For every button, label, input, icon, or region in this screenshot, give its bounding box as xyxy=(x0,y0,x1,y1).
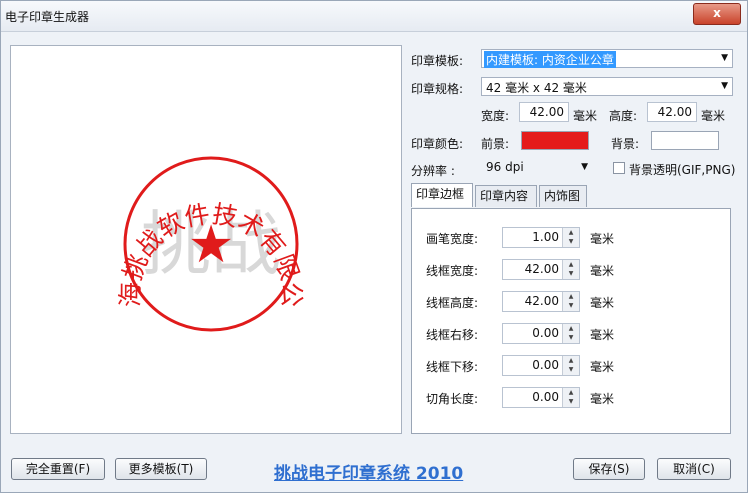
chevron-down-icon: ▼ xyxy=(721,81,728,91)
close-button[interactable]: x xyxy=(693,3,741,25)
spinner-arrows-icon[interactable]: ▲ ▼ xyxy=(562,324,579,343)
border-settings-panel: 画笔宽度: 1.00 ▲ ▼ 毫米 线框宽度: 42.00 ▲ ▼ 毫米 线框高度: 42.00 ▲ ▼ 毫… xyxy=(411,208,731,434)
field-value: 42.00 xyxy=(524,262,559,276)
field-unit: 毫米 xyxy=(590,392,615,406)
field-label: 线框右移: xyxy=(426,328,479,342)
spinner-arrows-icon[interactable]: ▲ ▼ xyxy=(562,228,579,247)
background-color-swatch[interactable] xyxy=(651,131,719,150)
field-value: 1.00 xyxy=(532,230,559,244)
stamp-svg: 挑战 上海挑战软件技术有限公司 ★ xyxy=(0,23,306,332)
reset-button[interactable]: 完全重置(F) xyxy=(11,458,105,480)
more-templates-button[interactable]: 更多模板(T) xyxy=(115,458,207,480)
spec-label: 印章规格: xyxy=(411,82,464,96)
spinner-arrows-icon[interactable]: ▲ ▼ xyxy=(562,356,579,375)
spinner-arrows-icon[interactable]: ▲ ▼ xyxy=(562,388,579,407)
width-unit: 毫米 xyxy=(573,109,598,123)
field-label: 线框高度: xyxy=(426,296,479,310)
width-input[interactable]: 42.00 xyxy=(519,102,569,122)
height-unit: 毫米 xyxy=(701,109,726,123)
field-unit: 毫米 xyxy=(590,328,615,342)
stamp-star-icon: ★ xyxy=(188,215,235,275)
template-select[interactable]: 内建模板: 内资企业公章 ▼ xyxy=(481,49,733,68)
stamp-generator-window: 电子印章生成器 x 挑战 上海挑战软件技术有限公司 ★ 印章模板: 内建模板: … xyxy=(0,0,748,493)
field-value: 0.00 xyxy=(532,390,559,404)
width-label: 宽度: xyxy=(481,109,510,123)
transparent-checkbox[interactable] xyxy=(613,162,625,174)
save-button[interactable]: 保存(S) xyxy=(573,458,645,480)
field-unit: 毫米 xyxy=(590,232,615,246)
field-label: 线框下移: xyxy=(426,360,479,374)
field-unit: 毫米 xyxy=(590,296,615,310)
dpi-label: 分辨率 : xyxy=(411,164,455,178)
field-spinner[interactable]: 0.00 ▲ ▼ xyxy=(502,387,580,408)
title-bar: 电子印章生成器 x xyxy=(1,1,747,32)
spinner-arrows-icon[interactable]: ▲ ▼ xyxy=(562,260,579,279)
foreground-color-swatch[interactable] xyxy=(521,131,589,150)
chevron-down-icon: ▼ xyxy=(581,162,588,172)
color-label: 印章颜色: xyxy=(411,137,464,151)
field-spinner[interactable]: 42.00 ▲ ▼ xyxy=(502,259,580,280)
field-unit: 毫米 xyxy=(590,360,615,374)
field-spinner[interactable]: 0.00 ▲ ▼ xyxy=(502,323,580,344)
field-label: 画笔宽度: xyxy=(426,232,479,246)
field-spinner[interactable]: 42.00 ▲ ▼ xyxy=(502,291,580,312)
template-value: 内建模板: 内资企业公章 xyxy=(484,51,616,68)
field-label: 线框宽度: xyxy=(426,264,479,278)
brand-link[interactable]: 挑战电子印章系统 2010 xyxy=(274,459,463,484)
fg-label: 前景: xyxy=(481,137,510,151)
field-label: 切角长度: xyxy=(426,392,479,406)
window-title: 电子印章生成器 xyxy=(5,10,90,24)
dpi-value: 96 dpi xyxy=(486,160,524,174)
tab-inner-image[interactable]: 内饰图 xyxy=(539,185,587,207)
cancel-button[interactable]: 取消(C) xyxy=(657,458,731,480)
transparent-label: 背景透明(GIF,PNG) xyxy=(629,163,736,177)
field-spinner[interactable]: 0.00 ▲ ▼ xyxy=(502,355,580,376)
height-label: 高度: xyxy=(609,109,638,123)
field-spinner[interactable]: 1.00 ▲ ▼ xyxy=(502,227,580,248)
field-value: 0.00 xyxy=(532,358,559,372)
spec-select[interactable]: 42 毫米 x 42 毫米 ▼ xyxy=(481,77,733,96)
bg-label: 背景: xyxy=(611,137,640,151)
spinner-arrows-icon[interactable]: ▲ ▼ xyxy=(562,292,579,311)
dpi-select[interactable]: 96 dpi ▼ xyxy=(481,158,593,177)
spec-value: 42 毫米 x 42 毫米 xyxy=(486,81,587,95)
stamp-preview: 挑战 上海挑战软件技术有限公司 ★ xyxy=(0,23,402,434)
chevron-down-icon: ▼ xyxy=(721,53,728,63)
field-unit: 毫米 xyxy=(590,264,615,278)
tab-content[interactable]: 印章内容 xyxy=(475,185,537,207)
height-input[interactable]: 42.00 xyxy=(647,102,697,122)
tab-border[interactable]: 印章边框 xyxy=(411,183,473,207)
field-value: 0.00 xyxy=(532,326,559,340)
template-label: 印章模板: xyxy=(411,54,464,68)
field-value: 42.00 xyxy=(524,294,559,308)
